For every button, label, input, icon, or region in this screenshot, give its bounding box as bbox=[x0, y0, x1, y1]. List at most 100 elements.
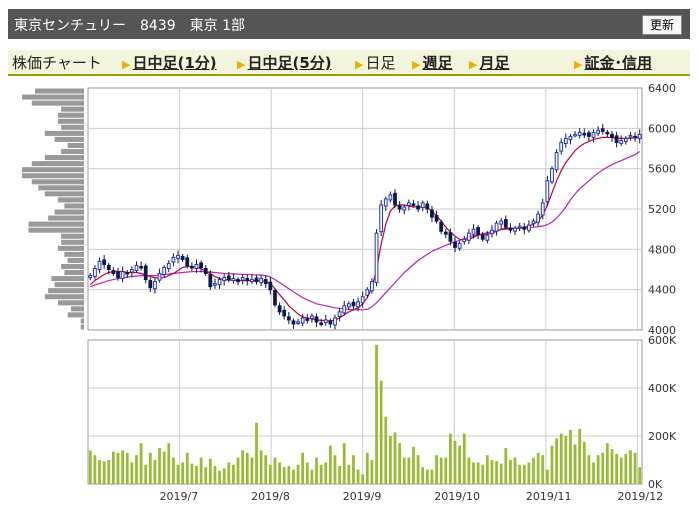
candle-body bbox=[120, 271, 125, 280]
candle-body bbox=[351, 301, 356, 307]
volume-bar bbox=[518, 464, 522, 484]
candle-body bbox=[402, 206, 407, 211]
volume-bar bbox=[545, 469, 549, 484]
volume-bar bbox=[569, 430, 572, 484]
volume-bar bbox=[504, 448, 508, 484]
volume-bar bbox=[282, 467, 286, 484]
volume-profile-bar bbox=[44, 155, 84, 161]
candle-body bbox=[176, 254, 180, 259]
volume-profile-bar bbox=[31, 179, 84, 185]
candle-body bbox=[582, 132, 587, 136]
volume-tick-label: 600K bbox=[648, 334, 677, 347]
candle-body bbox=[240, 277, 245, 281]
volume-profile-bar bbox=[44, 191, 84, 197]
volume-profile-bar bbox=[64, 251, 84, 257]
stock-chart: 40004400480052005600600064000K200K400K60… bbox=[22, 82, 677, 503]
volume-profile-bar bbox=[38, 185, 84, 191]
candle-body bbox=[153, 281, 157, 290]
candle-body bbox=[490, 229, 494, 235]
candle-body bbox=[346, 303, 351, 308]
month-label: 2019/12 bbox=[617, 490, 663, 503]
volume-profile-bar bbox=[44, 130, 84, 136]
volume-bar bbox=[292, 469, 295, 484]
volume-bar bbox=[172, 457, 175, 484]
volume-bar bbox=[236, 457, 240, 484]
volume-bar bbox=[121, 450, 125, 484]
volume-bar bbox=[347, 464, 351, 484]
volume-bar bbox=[107, 460, 111, 484]
volume-bar bbox=[573, 444, 577, 484]
candle-body bbox=[527, 224, 531, 231]
candle-body bbox=[97, 260, 102, 270]
volume-bar bbox=[144, 464, 148, 484]
volume-bar bbox=[375, 344, 378, 484]
candle-body bbox=[517, 225, 522, 229]
volume-bar bbox=[338, 466, 341, 484]
volume-bar bbox=[430, 469, 434, 484]
volume-bar bbox=[578, 428, 582, 484]
price-tick-label: 4400 bbox=[648, 284, 676, 297]
volume-bar bbox=[449, 433, 452, 484]
volume-bar bbox=[241, 450, 245, 484]
candle-body bbox=[494, 222, 499, 232]
volume-bar bbox=[407, 457, 411, 484]
volume-bar bbox=[610, 449, 614, 484]
volume-bar bbox=[315, 457, 318, 484]
candle-body bbox=[199, 262, 203, 268]
volume-bar bbox=[532, 457, 535, 484]
volume-profile-bar bbox=[54, 282, 84, 288]
volume-bar bbox=[416, 455, 420, 484]
candle-body bbox=[226, 275, 231, 281]
volume-bar bbox=[190, 463, 194, 484]
volume-bar bbox=[158, 448, 161, 484]
volume-bar bbox=[328, 445, 332, 484]
candle-body bbox=[637, 133, 642, 139]
volume-bar bbox=[324, 462, 328, 484]
volume-profile-bar bbox=[57, 112, 84, 118]
candle-body bbox=[430, 209, 434, 218]
volume-bar bbox=[153, 460, 157, 484]
candle-body bbox=[259, 278, 264, 284]
volume-profile-bar bbox=[80, 324, 84, 330]
volume-bar bbox=[310, 469, 314, 484]
candle-body bbox=[102, 259, 107, 265]
candle-body bbox=[250, 279, 254, 283]
candle-body bbox=[333, 317, 337, 326]
volume-bar bbox=[458, 445, 462, 484]
volume-bar bbox=[453, 440, 457, 484]
volume-profile-bar bbox=[80, 318, 84, 324]
candle-body bbox=[139, 265, 143, 269]
volume-profile-bar bbox=[48, 215, 84, 221]
volume-bar bbox=[139, 443, 143, 484]
candle-body bbox=[545, 180, 550, 202]
volume-bar bbox=[601, 452, 605, 484]
candle-body bbox=[111, 270, 116, 275]
volume-profile-bar bbox=[54, 136, 84, 142]
candle-body bbox=[633, 135, 637, 139]
volume-bar bbox=[412, 446, 415, 484]
candle-body bbox=[203, 267, 208, 275]
volume-profile-bar bbox=[64, 203, 84, 209]
volume-bar bbox=[536, 452, 540, 484]
volume-bar bbox=[462, 433, 466, 484]
candle-body bbox=[573, 133, 577, 137]
candle-body bbox=[503, 219, 508, 228]
volume-bar bbox=[624, 454, 628, 484]
volume-bar bbox=[402, 457, 406, 484]
candle-body bbox=[485, 234, 490, 241]
candle-body bbox=[162, 266, 167, 276]
candle-body bbox=[106, 264, 111, 271]
volume-bar bbox=[176, 464, 180, 484]
volume-bar bbox=[559, 433, 563, 484]
candle-body bbox=[596, 129, 601, 134]
month-label: 2019/8 bbox=[251, 490, 290, 503]
candle-body bbox=[365, 289, 370, 296]
candle-body bbox=[310, 315, 314, 319]
volume-bar bbox=[264, 455, 268, 484]
candle-body bbox=[610, 133, 614, 138]
candle-body bbox=[480, 234, 485, 240]
month-label: 2019/10 bbox=[434, 490, 480, 503]
price-tick-label: 5200 bbox=[648, 203, 676, 216]
volume-profile-bar bbox=[67, 142, 84, 148]
candle-body bbox=[453, 241, 457, 248]
